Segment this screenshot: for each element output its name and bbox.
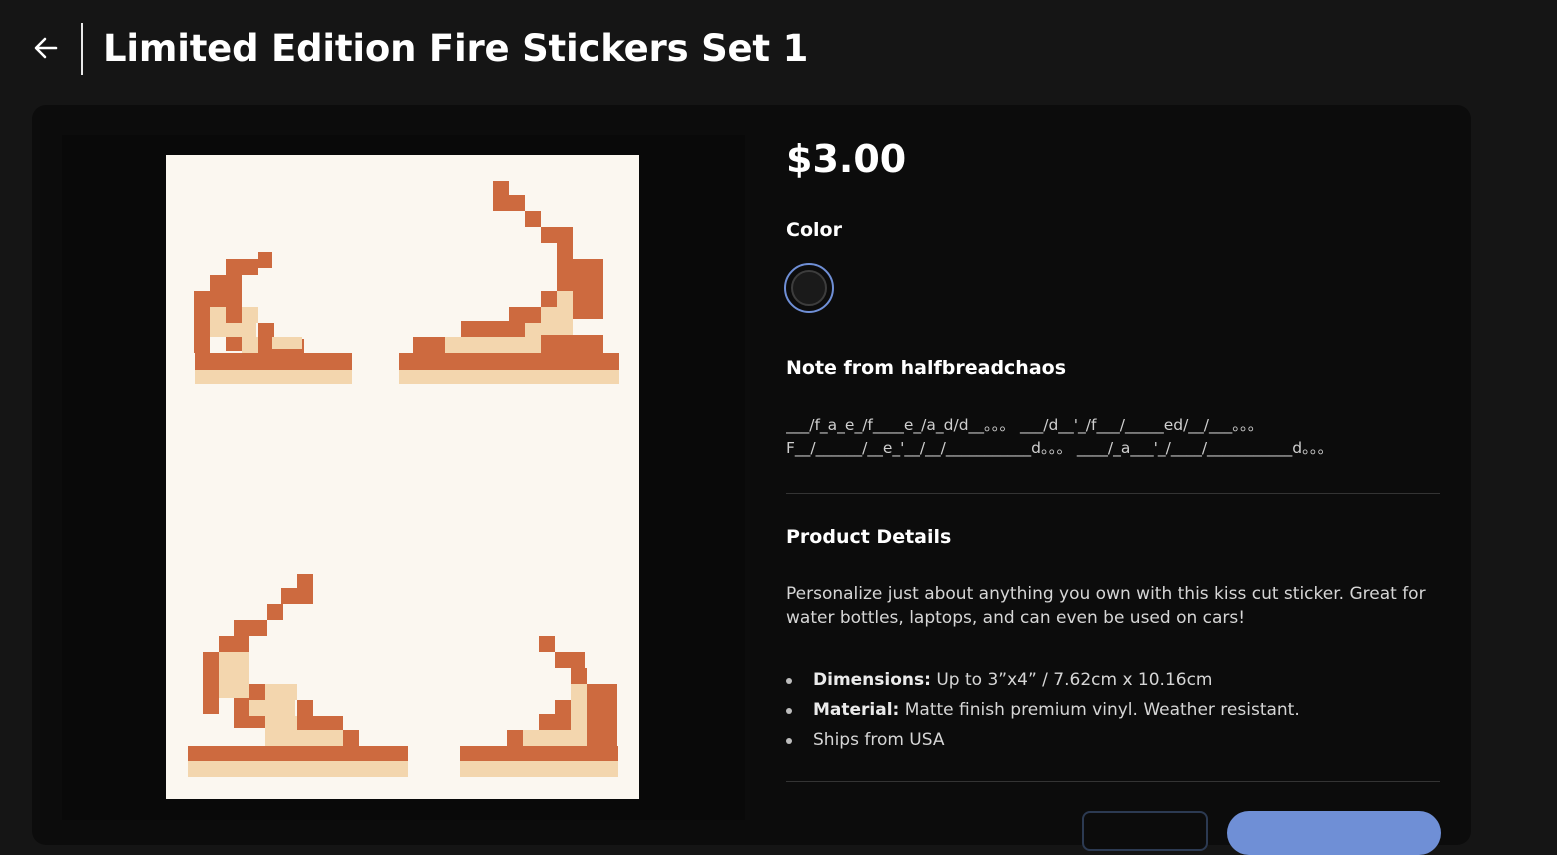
detail-item-material: Material: Matte finish premium vinyl. We… — [786, 695, 1440, 725]
product-image-panel — [62, 135, 745, 820]
section-divider — [786, 781, 1440, 782]
product-description: Personalize just about anything you own … — [786, 584, 1426, 628]
color-label: Color — [786, 219, 842, 241]
note-line-2: F__/______/__e_'__/__/___________d。。。 __… — [786, 439, 1334, 457]
header-divider — [81, 23, 83, 75]
add-to-cart-button[interactable] — [1227, 811, 1441, 855]
note-line-1: ___/f_a_e_/f____e_/a_d/d__。。。 ___/d__'_/… — [786, 416, 1264, 434]
product-price: $3.00 — [786, 137, 907, 181]
note-text: ___/f_a_e_/f____e_/a_d/d__。。。 ___/d__'_/… — [786, 414, 1440, 460]
color-swatch-fill — [791, 270, 827, 306]
detail-label: Material: — [813, 700, 900, 720]
bullet-icon — [786, 708, 792, 714]
detail-value: Ships from USA — [813, 730, 945, 750]
top-bar: Limited Edition Fire Stickers Set 1 — [0, 0, 1557, 100]
quantity-selector[interactable] — [1082, 811, 1208, 851]
product-details-label: Product Details — [786, 526, 952, 548]
section-divider — [786, 493, 1440, 494]
bullet-icon — [786, 738, 792, 744]
product-card: $3.00 Color Note from halfbreadchaos ___… — [32, 105, 1471, 855]
detail-value: Up to 3”x4” / 7.62cm x 10.16cm — [930, 670, 1213, 690]
detail-item-shipping: Ships from USA — [786, 725, 1440, 755]
detail-value: Matte finish premium vinyl. Weather resi… — [899, 700, 1300, 720]
arrow-left-icon — [34, 37, 58, 59]
bullet-icon — [786, 678, 792, 684]
detail-label: Dimensions: — [813, 670, 931, 690]
sticker-sheet-image — [166, 155, 639, 799]
note-label: Note from halfbreadchaos — [786, 357, 1067, 379]
product-details-list: Dimensions: Up to 3”x4” / 7.62cm x 10.16… — [786, 665, 1440, 755]
page-title: Limited Edition Fire Stickers Set 1 — [103, 27, 809, 70]
detail-item-dimensions: Dimensions: Up to 3”x4” / 7.62cm x 10.16… — [786, 665, 1440, 695]
color-swatch-black[interactable] — [784, 263, 834, 313]
back-button[interactable] — [30, 32, 62, 64]
